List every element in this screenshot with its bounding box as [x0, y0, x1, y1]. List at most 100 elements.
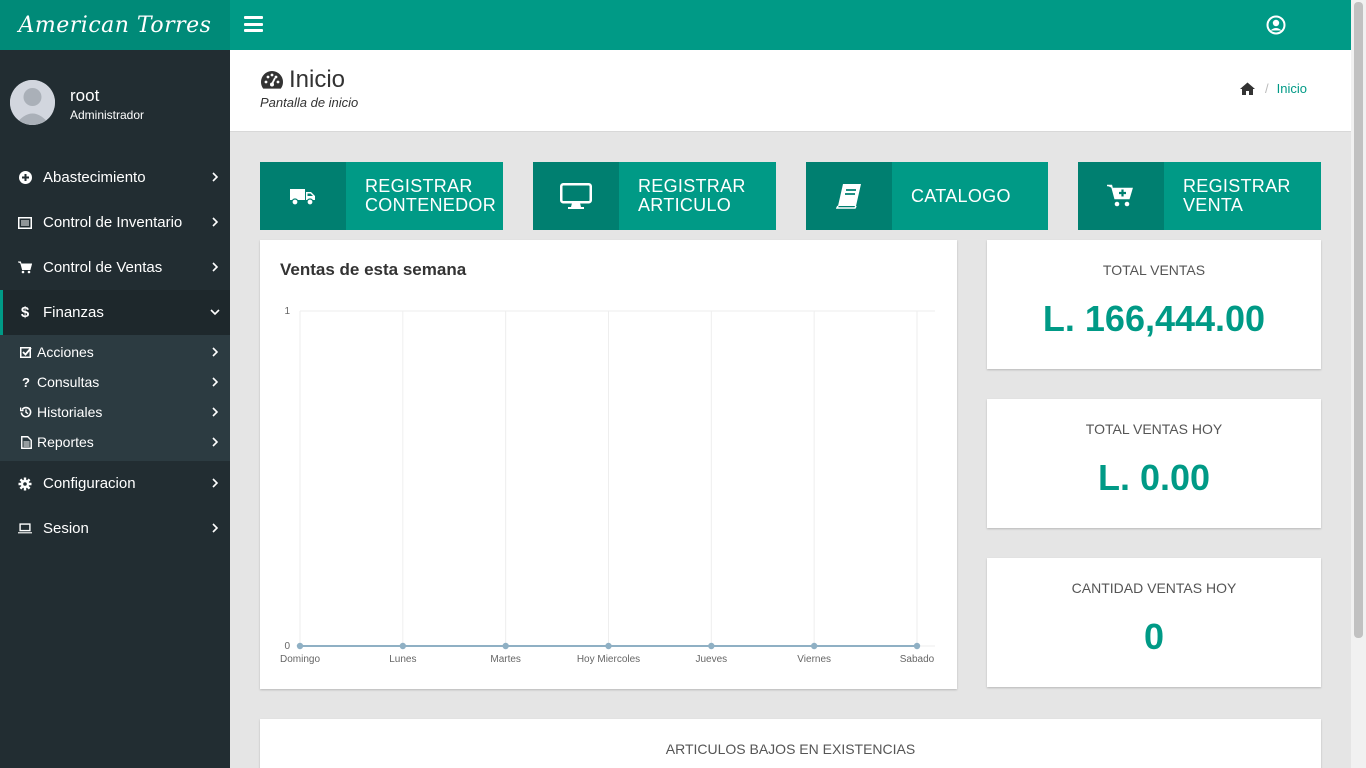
page-title: Inicio — [260, 66, 345, 94]
data-point — [810, 642, 818, 650]
page-title-text: Inicio — [289, 66, 346, 93]
sidebar-subitem-label: Acciones — [37, 344, 94, 360]
low-stock-panel: ARTICULOS BAJOS EN EXISTENCIAS — [260, 719, 1321, 768]
laptop-icon — [18, 522, 32, 536]
data-point — [502, 642, 509, 650]
check-square-icon — [20, 346, 32, 358]
x-tick-label: Sabado — [900, 654, 935, 665]
sidebar-toggle-icon[interactable] — [244, 16, 263, 32]
chevron-right-icon — [212, 437, 219, 447]
stat-label: TOTAL VENTAS HOY — [1085, 421, 1223, 437]
data-point — [399, 642, 407, 650]
stat-value: 0 — [1143, 616, 1165, 657]
chevron-right-icon — [212, 377, 219, 387]
user-role: Administrador — [70, 108, 145, 122]
action-label: REGISTRAR CONTENEDOR — [365, 176, 497, 215]
chevron-right-icon — [212, 407, 219, 417]
sidebar-item-label: Finanzas — [43, 304, 104, 321]
chevron-right-icon — [212, 478, 219, 488]
y-tick-label: 1 — [284, 306, 290, 317]
stat-value: L. 0.00 — [1097, 457, 1211, 498]
book-icon — [806, 162, 892, 230]
list-alt-icon — [18, 216, 32, 230]
stat-value: L. 166,444.00 — [1042, 298, 1266, 339]
top-navbar: American Torres — [0, 0, 1351, 50]
cantidad-ventas-hoy-panel: CANTIDAD VENTAS HOY 0 — [987, 558, 1321, 687]
sidebar-subitem-label: Historiales — [37, 404, 103, 420]
breadcrumb-item[interactable]: Inicio — [1277, 81, 1307, 96]
sidebar-subitem-consultas[interactable]: ? Consultas — [0, 367, 230, 397]
chevron-right-icon — [212, 172, 219, 182]
sidebar-item-configuracion[interactable]: Configuracion — [0, 461, 230, 506]
catalogo-button[interactable]: CATALOGO — [806, 162, 1048, 230]
content-header: Inicio Pantalla de inicio / Inicio — [230, 50, 1351, 132]
shopping-cart-icon — [18, 261, 32, 275]
total-ventas-hoy-panel: TOTAL VENTAS HOY L. 0.00 — [987, 399, 1321, 528]
stat-label: TOTAL VENTAS — [1102, 262, 1206, 278]
truck-icon — [260, 162, 346, 230]
total-ventas-panel: TOTAL VENTAS L. 166,444.00 — [987, 240, 1321, 369]
x-tick-label: Domingo — [280, 654, 320, 665]
chevron-right-icon — [212, 217, 219, 227]
sidebar-item-finanzas[interactable]: $ Finanzas — [0, 290, 230, 335]
chevron-right-icon — [212, 262, 219, 272]
data-point — [296, 642, 304, 650]
page-subtitle: Pantalla de inicio — [260, 95, 359, 110]
data-point — [605, 642, 612, 650]
chevron-right-icon — [212, 347, 219, 357]
chevron-down-icon — [210, 309, 220, 316]
sidebar-subitem-reportes[interactable]: Reportes — [0, 427, 230, 457]
sidebar-item-label: Abastecimiento — [43, 169, 146, 186]
low-stock-title: ARTICULOS BAJOS EN EXISTENCIAS — [665, 741, 916, 757]
chevron-right-icon — [212, 523, 219, 533]
sidebar-item-label: Control de Ventas — [43, 259, 163, 276]
action-label: REGISTRAR ARTICULO — [638, 176, 746, 215]
avatar — [10, 80, 55, 125]
action-label: CATALOGO — [911, 185, 1011, 206]
page-scrollbar[interactable] — [1351, 0, 1366, 768]
weekly-sales-chart-panel: Ventas de esta semana 1 0 Domingo Lunes Mart… — [260, 240, 957, 689]
data-point — [708, 642, 715, 650]
history-icon — [20, 406, 32, 418]
x-tick-label: Jueves — [695, 654, 727, 665]
sidebar-item-control-ventas[interactable]: Control de Ventas — [0, 245, 230, 290]
breadcrumb: / Inicio — [1240, 81, 1307, 96]
sidebar-item-label: Sesion — [43, 520, 89, 537]
sidebar-subitem-historiales[interactable]: Historiales — [0, 397, 230, 427]
home-icon[interactable] — [1240, 82, 1255, 95]
x-tick-label: Martes — [490, 654, 521, 665]
sidebar-item-control-inventario[interactable]: Control de Inventario — [0, 200, 230, 245]
x-tick-label: Lunes — [389, 654, 416, 665]
x-tick-label: Hoy Miercoles — [577, 654, 640, 665]
gear-icon — [18, 477, 32, 491]
action-label: REGISTRAR VENTA — [1183, 176, 1291, 215]
sidebar-item-label: Control de Inventario — [43, 214, 183, 231]
sidebar-item-label: Configuracion — [43, 475, 136, 492]
y-tick-label: 0 — [284, 641, 290, 652]
user-circle-icon[interactable] — [1266, 15, 1286, 35]
question-icon: ? — [22, 374, 30, 390]
sidebar: root Administrador Abastecimiento Contro… — [0, 50, 230, 768]
user-name: root — [70, 86, 100, 105]
cart-plus-icon — [1078, 162, 1164, 230]
sidebar-menu: Abastecimiento Control de Inventario Con… — [0, 155, 230, 551]
sidebar-item-sesion[interactable]: Sesion — [0, 506, 230, 551]
file-text-icon — [20, 435, 32, 449]
desktop-icon — [533, 162, 619, 230]
dollar-icon: $ — [20, 304, 30, 321]
stat-label: CANTIDAD VENTAS HOY — [1071, 580, 1237, 596]
registrar-articulo-button[interactable]: REGISTRAR ARTICULO — [533, 162, 776, 230]
sidebar-subitem-label: Consultas — [37, 374, 100, 390]
dashboard-icon — [261, 71, 283, 89]
user-panel: root Administrador — [0, 50, 230, 150]
weekly-sales-chart: 1 0 Domingo Lunes Martes Hoy Miercoles Jueves V… — [280, 306, 935, 665]
sidebar-item-abastecimiento[interactable]: Abastecimiento — [0, 155, 230, 200]
sidebar-subitem-acciones[interactable]: Acciones — [0, 337, 230, 367]
registrar-venta-button[interactable]: REGISTRAR VENTA — [1078, 162, 1321, 230]
brand-logo[interactable]: American Torres — [0, 0, 230, 50]
scrollbar-thumb[interactable] — [1354, 2, 1363, 638]
data-point — [913, 642, 921, 650]
x-tick-label: Viernes — [797, 654, 831, 665]
sidebar-subitem-label: Reportes — [37, 434, 94, 450]
registrar-contenedor-button[interactable]: REGISTRAR CONTENEDOR — [260, 162, 503, 230]
